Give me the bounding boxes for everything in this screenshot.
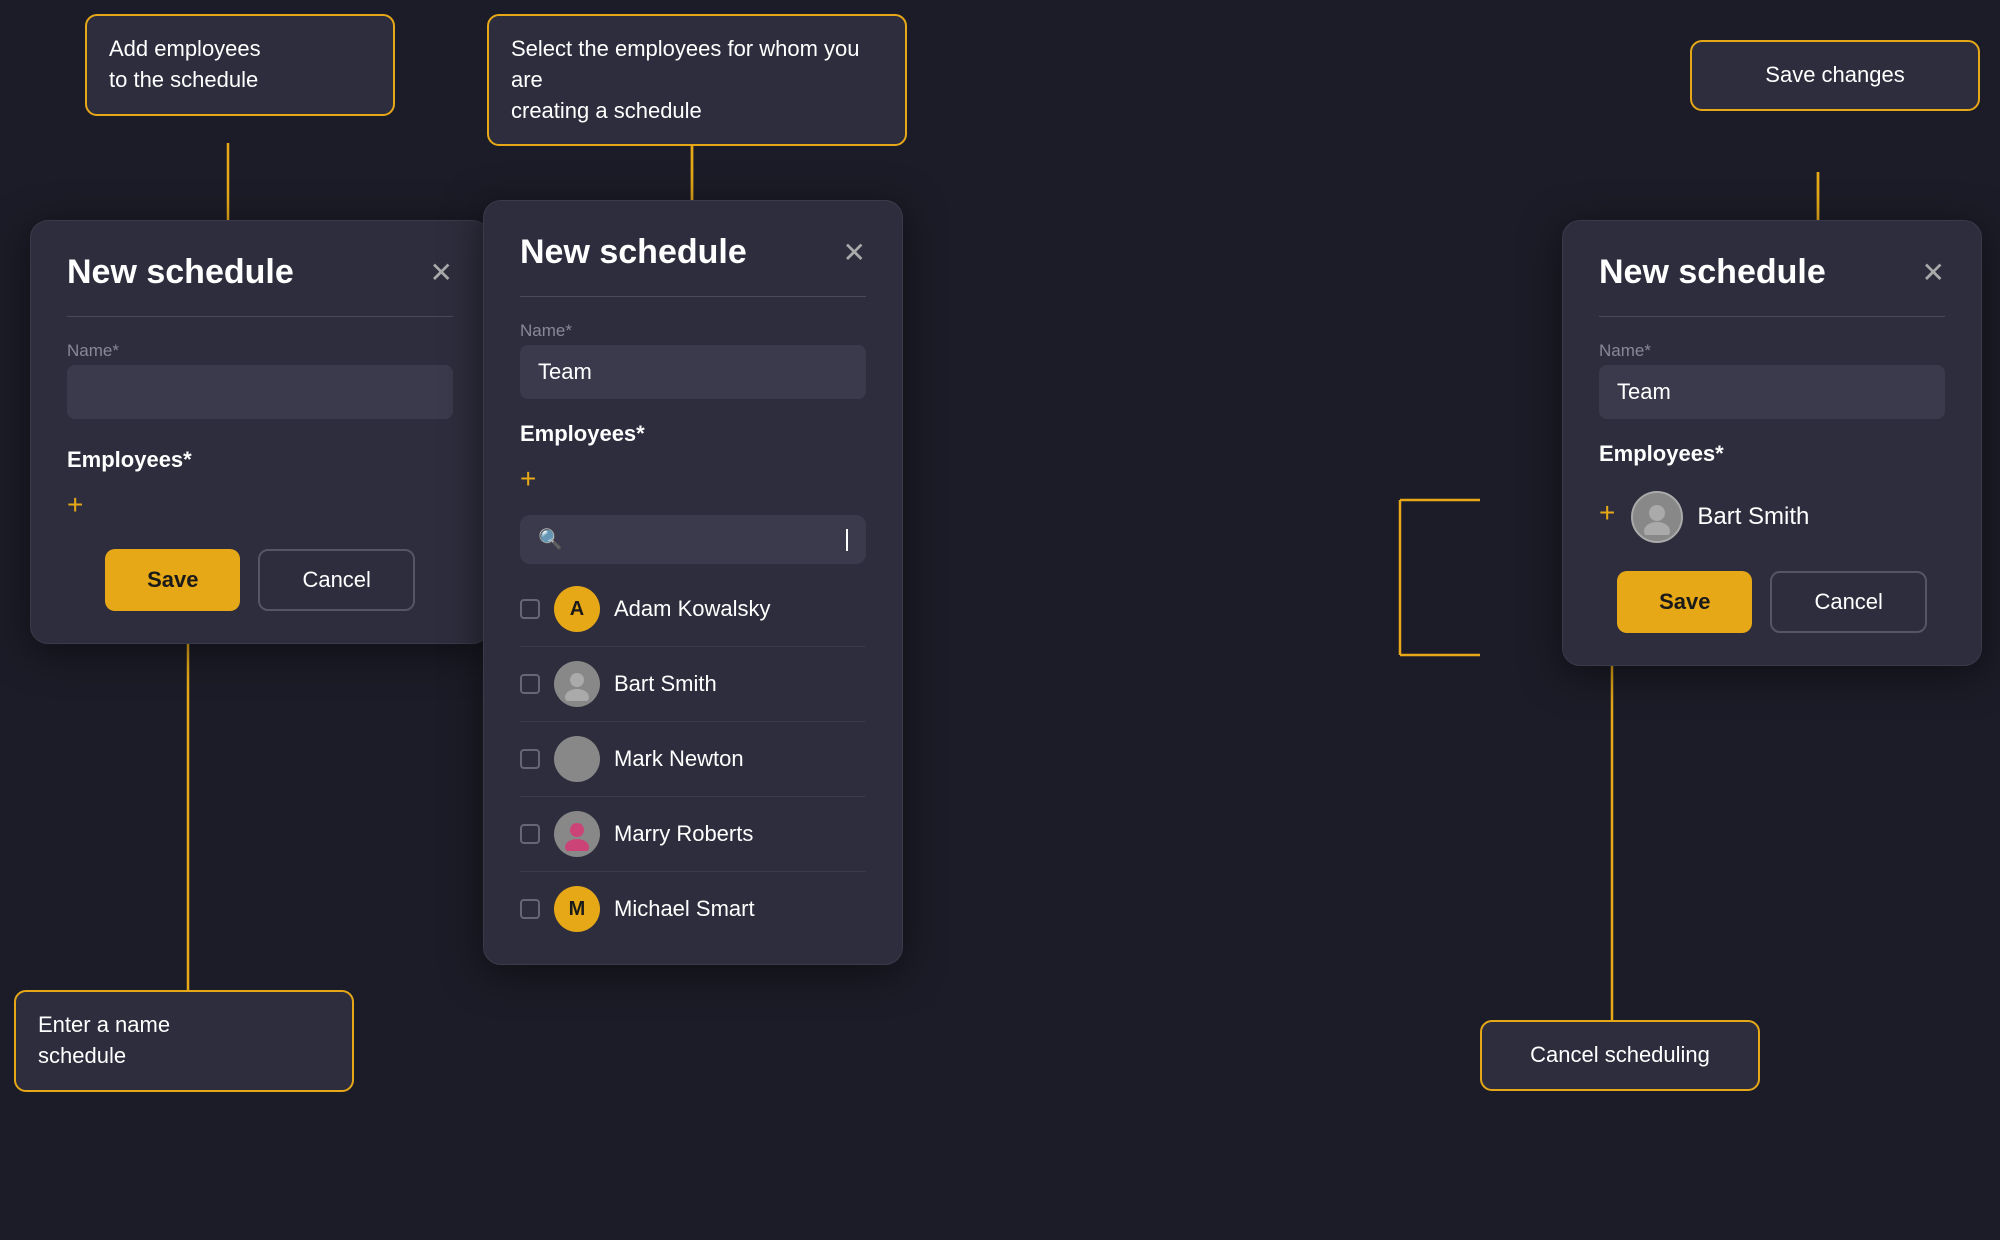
modal2-name-label: Name* <box>520 321 866 341</box>
modal3-add-icon: + <box>1599 497 1615 529</box>
modal3-divider <box>1599 316 1945 317</box>
employee-name-marry: Marry Roberts <box>614 821 753 847</box>
modal2-add-employees-button[interactable]: + <box>520 463 536 495</box>
modal3-cancel-button[interactable]: Cancel <box>1770 571 1926 633</box>
modal3-name-value: Team <box>1617 379 1671 404</box>
employee-name-michael: Michael Smart <box>614 896 755 922</box>
checkbox-adam[interactable] <box>520 599 540 619</box>
checkbox-michael[interactable] <box>520 899 540 919</box>
checkbox-bart[interactable] <box>520 674 540 694</box>
modal1-employees-label: Employees* <box>67 447 453 473</box>
modal1-name-label: Name* <box>67 341 453 361</box>
modal3-add-employees-button[interactable]: + <box>1599 497 1615 529</box>
employee-row-adam[interactable]: A Adam Kowalsky <box>520 572 866 647</box>
employee-name-adam: Adam Kowalsky <box>614 596 771 622</box>
employee-row-mark[interactable]: Mark Newton <box>520 722 866 797</box>
modal3-bart-avatar <box>1631 491 1683 543</box>
tooltip-select-employees: Select the employees for whom you are cr… <box>487 14 907 146</box>
tooltip-add-employees: Add employees to the schedule <box>85 14 395 116</box>
modal-new-schedule-3: New schedule ✕ Name* Team Employees* + B… <box>1562 220 1982 666</box>
avatar-mark <box>554 736 600 782</box>
modal2-divider <box>520 296 866 297</box>
modal-new-schedule-1: New schedule ✕ Name* Employees* + Save C… <box>30 220 490 644</box>
employee-row-bart[interactable]: Bart Smith <box>520 647 866 722</box>
modal3-name-label: Name* <box>1599 341 1945 361</box>
modal2-title: New schedule <box>520 233 747 272</box>
modal2-name-value: Team <box>538 359 592 384</box>
modal1-add-employees-button[interactable]: + <box>67 489 83 521</box>
modal3-close-button[interactable]: ✕ <box>1922 259 1945 287</box>
modal1-name-input[interactable] <box>67 365 453 419</box>
avatar-marry <box>554 811 600 857</box>
checkbox-mark[interactable] <box>520 749 540 769</box>
tooltip-cancel-scheduling: Cancel scheduling <box>1480 1020 1760 1091</box>
checkbox-marry[interactable] <box>520 824 540 844</box>
modal3-title: New schedule <box>1599 253 1826 292</box>
modal2-employees-label: Employees* <box>520 421 866 447</box>
modal1-close-button[interactable]: ✕ <box>430 259 453 287</box>
modal3-save-button[interactable]: Save <box>1617 571 1752 633</box>
modal3-employees-label: Employees* <box>1599 441 1945 467</box>
modal1-save-button[interactable]: Save <box>105 549 240 611</box>
modal-new-schedule-2: New schedule ✕ Name* Team Employees* + 🔍… <box>483 200 903 965</box>
avatar-michael: M <box>554 886 600 932</box>
avatar-bart <box>554 661 600 707</box>
modal1-add-icon: + <box>67 489 83 521</box>
avatar-adam: A <box>554 586 600 632</box>
employee-name-bart: Bart Smith <box>614 671 717 697</box>
cursor <box>846 529 848 551</box>
modal1-divider <box>67 316 453 317</box>
modal3-bart-chip: Bart Smith <box>1631 491 1809 543</box>
modal2-search-wrap: 🔍 <box>520 515 866 564</box>
modal1-cancel-button[interactable]: Cancel <box>258 549 414 611</box>
employee-row-marry[interactable]: Marry Roberts <box>520 797 866 872</box>
tooltip-save-changes: Save changes <box>1690 40 1980 111</box>
modal2-search-icon: 🔍 <box>538 527 563 552</box>
modal3-bart-name: Bart Smith <box>1697 503 1809 531</box>
modal2-search-input[interactable] <box>573 528 836 551</box>
employee-name-mark: Mark Newton <box>614 746 744 772</box>
modal2-employee-list: A Adam Kowalsky Bart Smith Mark Newton <box>520 572 866 932</box>
modal2-close-button[interactable]: ✕ <box>843 239 866 267</box>
employee-row-michael[interactable]: M Michael Smart <box>520 872 866 932</box>
modal1-title: New schedule <box>67 253 294 292</box>
modal2-add-icon: + <box>520 463 536 495</box>
tooltip-enter-name: Enter a name schedule <box>14 990 354 1092</box>
